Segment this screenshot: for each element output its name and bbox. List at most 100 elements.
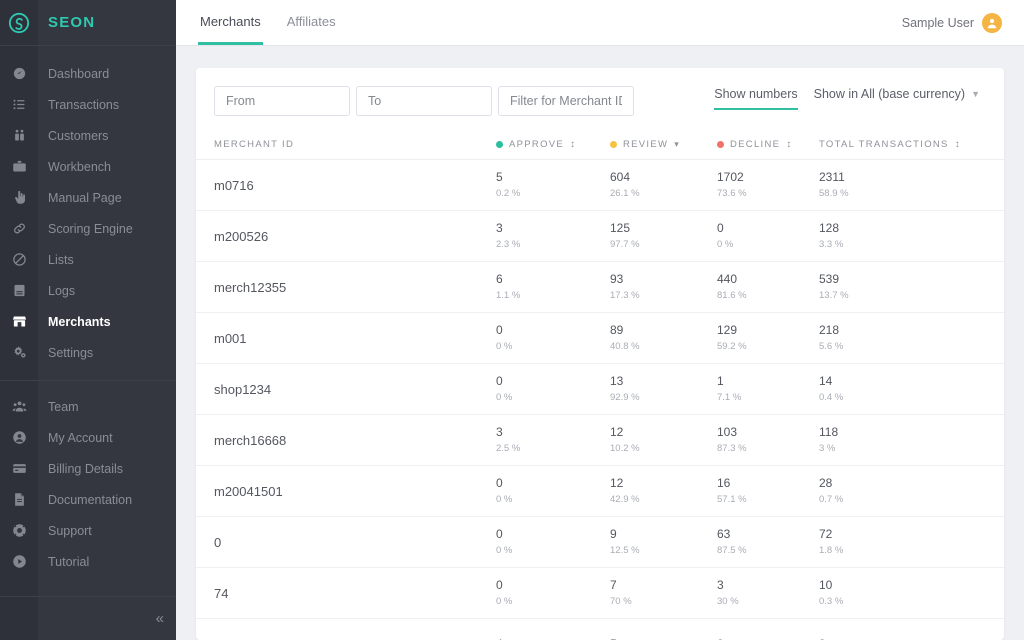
cell-approve: 00 % <box>496 374 610 405</box>
table-row[interactable]: m001 0 0 % 89 40.8 % 129 59.2 % 218 5.6 % <box>196 313 1004 364</box>
sidebar-item-transactions[interactable]: Transactions <box>0 89 176 120</box>
cell-review-value: 12 <box>610 424 624 439</box>
table-row[interactable]: shop1234 0 0 % 13 92.9 % 1 7.1 % 14 0.4 % <box>196 364 1004 415</box>
cell-decline-value: 0 <box>717 637 819 640</box>
cell-approve-value: 4 <box>496 637 610 640</box>
cell-approve-percent: 2.3 % <box>496 238 521 250</box>
sort-indicator-icon <box>955 140 961 150</box>
column-header-label: MERCHANT ID <box>214 139 295 150</box>
sidebar-item-settings[interactable]: Settings <box>0 337 176 368</box>
table-row[interactable]: merch12355 6 1.1 % 93 17.3 % 440 81.6 % 539 13.7… <box>196 262 1004 313</box>
sidebar-item-lists[interactable]: Lists <box>0 244 176 275</box>
cell-review: 89 40.8 % <box>610 323 717 354</box>
table-body: m0716 5 0.2 % 604 26.1 % 1702 73.6 % 2311 58.9 %… <box>196 160 1004 640</box>
sidebar-item-tutorial[interactable]: Tutorial <box>0 546 176 577</box>
cell-total-transactions-percent: 0.4 % <box>819 391 844 403</box>
cell-total-transactions: 218 5.6 % <box>819 323 843 354</box>
cell-merchant-id-value: merch12355 <box>214 279 287 295</box>
sidebar-item-dashboard[interactable]: Dashboard <box>0 58 176 89</box>
tab-label: Merchants <box>200 13 261 29</box>
cell-decline-percent: 7.1 % <box>717 391 742 403</box>
user-circle-icon <box>0 430 38 445</box>
cell-decline: 0 <box>717 637 819 640</box>
date-to-input[interactable] <box>356 86 492 116</box>
brand[interactable]: SEON <box>0 0 176 46</box>
currency-selector[interactable]: Show in All (base currency) ▼ <box>814 86 980 110</box>
table-row[interactable]: 000 % 9 12.5 % 63 87.5 % 72 1.8 % <box>196 517 1004 568</box>
sidebar-footer: « <box>0 596 176 640</box>
column-header-label: DECLINE <box>730 139 781 150</box>
cell-decline-value: 1702 <box>717 169 744 184</box>
sidebar-item-workbench[interactable]: Workbench <box>0 151 176 182</box>
cell-review-value: 93 <box>610 271 624 286</box>
cell-decline: 103 87.3 % <box>717 425 819 456</box>
tab-merchants[interactable]: Merchants <box>198 0 263 45</box>
cell-review-value: 89 <box>610 322 624 337</box>
cell-review-percent: 40.8 % <box>610 340 640 352</box>
cell-total-transactions-percent: 13.7 % <box>819 289 849 301</box>
sidebar-item-scoring-engine[interactable]: Scoring Engine <box>0 213 176 244</box>
column-header-merchant-id[interactable]: MERCHANT ID <box>214 139 496 150</box>
cell-review: 13 92.9 % <box>610 374 717 405</box>
sidebar-item-support[interactable]: Support <box>0 515 176 546</box>
column-header-approve[interactable]: APPROVE <box>496 139 610 150</box>
cell-approve-value: 0 <box>496 577 503 592</box>
cell-review-percent: 92.9 % <box>610 391 640 403</box>
cell-total-transactions-percent: 3.3 % <box>819 238 844 250</box>
cell-decline-percent: 81.6 % <box>717 289 747 301</box>
sidebar-item-billing-details[interactable]: Billing Details <box>0 453 176 484</box>
table-row[interactable]: m20041501 0 0 % 12 42.9 % 16 57.1 % 28 0.7 % <box>196 466 1004 517</box>
sidebar-item-merchants[interactable]: Merchants <box>0 306 176 337</box>
user-menu[interactable]: Sample User <box>902 0 1002 45</box>
cell-merchant-id-value: 74 <box>214 585 229 601</box>
main-area: Merchants Affiliates Sample User From To… <box>176 0 1024 640</box>
cell-approve: 5 0.2 % <box>496 170 610 201</box>
tab-affiliates[interactable]: Affiliates <box>285 0 338 45</box>
cell-merchant-id: m20041501 <box>214 484 496 499</box>
cell-total-transactions-value: 28 <box>819 475 833 490</box>
cell-total-transactions-percent: 0.7 % <box>819 493 844 505</box>
table-row[interactable]: 74 0 0 % 7 70 % 3 30 % 10 0.3 % <box>196 568 1004 619</box>
cell-decline: 63 87.5 % <box>717 527 819 558</box>
table-row[interactable]: m200526 3 2.3 % 125 97.7 % 0 0 % 128 3.3 % <box>196 211 1004 262</box>
cell-decline: 16 57.1 % <box>717 476 819 507</box>
currency-selector-label: Show in All (base currency) <box>813 87 966 101</box>
table-row[interactable]: 4509 <box>196 619 1004 640</box>
sidebar-item-documentation[interactable]: Documentation <box>0 484 176 515</box>
approve-status-dot <box>496 141 503 148</box>
cell-approve-value: 0 <box>496 322 503 337</box>
sort-indicator-icon <box>786 140 792 150</box>
table-row[interactable]: m0716 5 0.2 % 604 26.1 % 1702 73.6 % 2311 58.9 % <box>196 160 1004 211</box>
merchant-id-filter-input[interactable] <box>498 86 634 116</box>
cell-decline: 1 7.1 % <box>717 374 819 405</box>
cell-review-percent: 42.9 % <box>610 493 640 505</box>
column-header-total-transactions[interactable]: TOTAL TRANSACTIONS <box>819 139 961 150</box>
date-from-input[interactable] <box>214 86 350 116</box>
cell-total-transactions-percent: 5.6 % <box>819 340 844 352</box>
cell-approve: 00 % <box>496 323 610 354</box>
cell-review: 9 12.5 % <box>610 527 717 558</box>
show-numbers-toggle[interactable]: Show numbers <box>714 86 798 110</box>
cell-review-value: 125 <box>610 220 631 235</box>
sidebar-item-customers[interactable]: Customers <box>0 120 176 151</box>
sidebar-item-label: Merchants <box>48 314 111 329</box>
cell-total-transactions: 539 13.7 % <box>819 272 849 303</box>
cell-approve-value: 0 <box>496 526 503 541</box>
column-header-review[interactable]: REVIEW <box>610 139 717 150</box>
table-row[interactable]: merch16668 3 2.5 % 12 10.2 % 103 87.3 % 118 3 % <box>196 415 1004 466</box>
sidebar-item-label: Transactions <box>48 97 120 112</box>
cell-merchant-id: 0 <box>214 535 496 550</box>
sidebar-item-my-account[interactable]: My Account <box>0 422 176 453</box>
chevron-double-left-icon[interactable]: « <box>156 611 164 626</box>
sidebar-item-manual-page[interactable]: Manual Page <box>0 182 176 213</box>
sidebar-item-team[interactable]: Team <box>0 391 176 422</box>
cell-total-transactions-percent: 0.3 % <box>819 595 844 607</box>
cell-total-transactions-percent: 58.9 % <box>819 187 849 199</box>
cell-decline: 129 59.2 % <box>717 323 819 354</box>
sidebar-item-logs[interactable]: Logs <box>0 275 176 306</box>
play-circle-icon <box>0 554 38 569</box>
column-header-decline[interactable]: DECLINE <box>717 139 819 150</box>
cell-total-transactions-value: 10 <box>819 577 833 592</box>
cell-total-transactions-percent: 1.8 % <box>819 544 844 556</box>
merchants-card: Show numbers Show in All (base currency)… <box>196 68 1004 640</box>
